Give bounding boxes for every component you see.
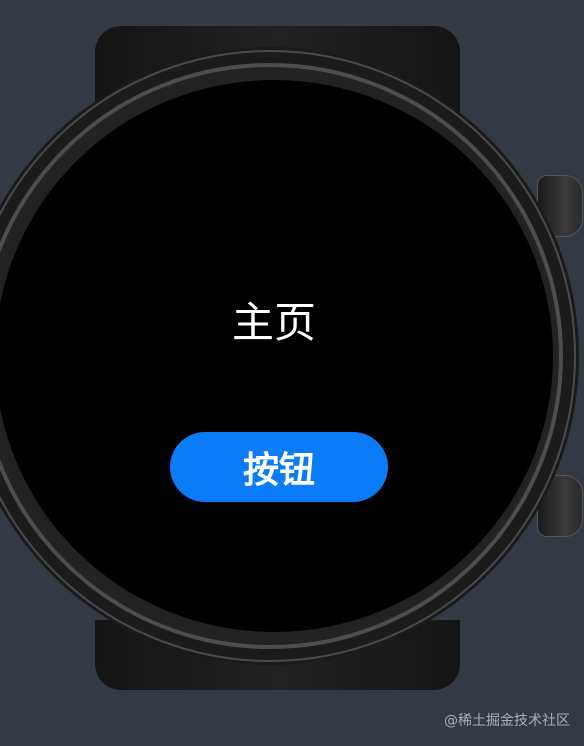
watch-screen [0, 80, 553, 632]
watch-stage: 主页 按钮 @稀土掘金技术社区 [0, 0, 584, 746]
page-title: 主页 [231, 298, 316, 347]
primary-button[interactable]: 按钮 [170, 432, 388, 502]
watermark-text: @稀土掘金技术社区 [444, 713, 570, 729]
